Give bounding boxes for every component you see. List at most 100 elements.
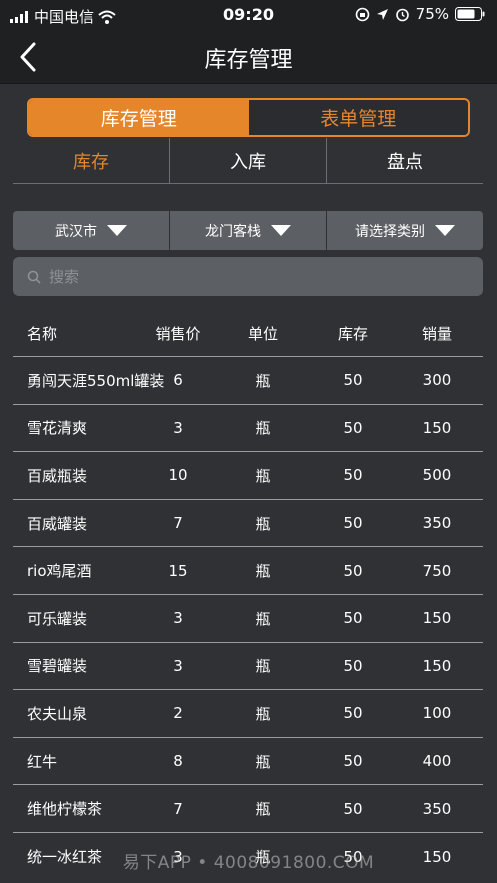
dropdown-arrow-icon bbox=[435, 225, 455, 236]
city-dropdown[interactable]: 武汉市 bbox=[13, 211, 169, 250]
cell-stock: 50 bbox=[343, 704, 363, 723]
table-row[interactable]: 雪花清爽 3 瓶 50 150 bbox=[13, 405, 483, 453]
cell-price: 3 bbox=[173, 656, 183, 675]
cell-stock: 50 bbox=[343, 656, 363, 675]
cell-price: 7 bbox=[173, 514, 183, 533]
header-name: 名称 bbox=[27, 324, 58, 343]
search-box bbox=[13, 257, 483, 296]
cell-name: 雪碧罐装 bbox=[27, 657, 88, 676]
cell-unit: 瓶 bbox=[255, 848, 271, 867]
category-dropdown-label: 请选择类别 bbox=[355, 223, 425, 240]
cell-unit: 瓶 bbox=[255, 704, 271, 723]
category-dropdown[interactable]: 请选择类别 bbox=[326, 211, 483, 250]
cell-unit: 瓶 bbox=[255, 514, 271, 533]
table-row[interactable]: 农夫山泉 2 瓶 50 100 bbox=[13, 690, 483, 738]
tab-stocktake[interactable]: 盘点 bbox=[326, 138, 483, 183]
table-row[interactable]: 勇闯天涯550ml罐装 6 瓶 50 300 bbox=[13, 357, 483, 405]
cell-sales: 750 bbox=[422, 561, 452, 580]
cell-sales: 150 bbox=[422, 656, 452, 675]
cell-unit: 瓶 bbox=[255, 562, 271, 581]
cell-price: 15 bbox=[168, 561, 188, 580]
cell-stock: 50 bbox=[343, 561, 363, 580]
store-dropdown-label: 龙门客栈 bbox=[205, 223, 261, 240]
table-row[interactable]: 红牛 8 瓶 50 400 bbox=[13, 738, 483, 786]
cell-stock: 50 bbox=[343, 418, 363, 437]
cell-sales: 500 bbox=[422, 466, 452, 485]
header-sales: 销量 bbox=[421, 324, 452, 343]
table-row[interactable]: 可乐罐装 3 瓶 50 150 bbox=[13, 595, 483, 643]
cell-unit: 瓶 bbox=[255, 657, 271, 676]
filter-bar: 武汉市 龙门客栈 请选择类别 bbox=[13, 211, 483, 250]
cell-name: 红牛 bbox=[27, 752, 58, 771]
cell-stock: 50 bbox=[343, 752, 363, 771]
city-dropdown-label: 武汉市 bbox=[55, 223, 97, 240]
cell-stock: 50 bbox=[343, 466, 363, 485]
cell-sales: 350 bbox=[422, 514, 452, 533]
cell-sales: 150 bbox=[422, 847, 452, 866]
dropdown-arrow-icon bbox=[271, 225, 291, 236]
cell-price: 6 bbox=[173, 371, 183, 390]
cell-name: 雪花清爽 bbox=[27, 419, 88, 438]
header-stock: 库存 bbox=[337, 324, 368, 343]
cell-stock: 50 bbox=[343, 609, 363, 628]
cell-unit: 瓶 bbox=[255, 466, 271, 485]
tab-stock[interactable]: 库存 bbox=[13, 138, 169, 183]
cell-stock: 50 bbox=[343, 799, 363, 818]
table-header: 名称 销售价 单位 库存 销量 bbox=[13, 310, 483, 357]
cell-stock: 50 bbox=[343, 371, 363, 390]
cell-name: rio鸡尾酒 bbox=[27, 562, 92, 581]
tab-inbound[interactable]: 入库 bbox=[169, 138, 326, 183]
cell-price: 3 bbox=[173, 418, 183, 437]
search-icon bbox=[27, 270, 41, 284]
store-dropdown[interactable]: 龙门客栈 bbox=[169, 211, 326, 250]
alarm-icon bbox=[395, 8, 409, 21]
cell-price: 2 bbox=[173, 704, 183, 723]
cell-sales: 150 bbox=[422, 418, 452, 437]
table-row[interactable]: 维他柠檬茶 7 瓶 50 350 bbox=[13, 785, 483, 833]
cell-sales: 100 bbox=[422, 704, 452, 723]
cell-name: 统一冰红茶 bbox=[27, 848, 103, 867]
table-row[interactable]: 百威瓶装 10 瓶 50 500 bbox=[13, 452, 483, 500]
inventory-table: 名称 销售价 单位 库存 销量 勇闯天涯550ml罐装 6 瓶 50 300 雪… bbox=[13, 310, 483, 881]
cell-unit: 瓶 bbox=[255, 419, 271, 438]
cell-sales: 300 bbox=[422, 371, 452, 390]
status-right: 75% bbox=[355, 5, 485, 23]
status-bar: 中国电信 09:20 75% bbox=[0, 0, 497, 30]
table-row[interactable]: 雪碧罐装 3 瓶 50 150 bbox=[13, 643, 483, 691]
battery-icon bbox=[455, 7, 485, 21]
orientation-lock-icon bbox=[355, 7, 369, 21]
location-icon bbox=[376, 8, 388, 20]
sub-tabs: 库存 入库 盘点 bbox=[13, 138, 483, 184]
cell-price: 3 bbox=[173, 847, 183, 866]
cell-stock: 50 bbox=[343, 514, 363, 533]
nav-bar: 库存管理 bbox=[0, 30, 497, 84]
cell-price: 8 bbox=[173, 752, 183, 771]
segment-control: 库存管理 表单管理 bbox=[27, 98, 470, 137]
cell-name: 农夫山泉 bbox=[27, 704, 88, 723]
cell-sales: 150 bbox=[422, 609, 452, 628]
cell-name: 可乐罐装 bbox=[27, 609, 88, 628]
cell-price: 3 bbox=[173, 609, 183, 628]
search-input[interactable] bbox=[49, 267, 469, 286]
cell-unit: 瓶 bbox=[255, 609, 271, 628]
cell-unit: 瓶 bbox=[255, 371, 271, 390]
cell-sales: 350 bbox=[422, 799, 452, 818]
segment-inventory[interactable]: 库存管理 bbox=[29, 100, 249, 135]
cell-price: 7 bbox=[173, 799, 183, 818]
table-row[interactable]: 百威罐装 7 瓶 50 350 bbox=[13, 500, 483, 548]
header-price: 销售价 bbox=[155, 324, 201, 343]
table-row[interactable]: rio鸡尾酒 15 瓶 50 750 bbox=[13, 547, 483, 595]
cell-unit: 瓶 bbox=[255, 752, 271, 771]
cell-name: 维他柠檬茶 bbox=[27, 800, 103, 819]
battery-percent: 75% bbox=[415, 5, 449, 23]
dropdown-arrow-icon bbox=[107, 225, 127, 236]
segment-forms[interactable]: 表单管理 bbox=[248, 100, 468, 135]
header-unit: 单位 bbox=[247, 324, 278, 343]
cell-name: 百威瓶装 bbox=[27, 466, 88, 485]
cell-unit: 瓶 bbox=[255, 800, 271, 819]
cell-stock: 50 bbox=[343, 847, 363, 866]
table-row[interactable]: 统一冰红茶 3 瓶 50 150 bbox=[13, 833, 483, 881]
cell-name: 百威罐装 bbox=[27, 514, 88, 533]
cell-price: 10 bbox=[168, 466, 188, 485]
cell-sales: 400 bbox=[422, 752, 452, 771]
